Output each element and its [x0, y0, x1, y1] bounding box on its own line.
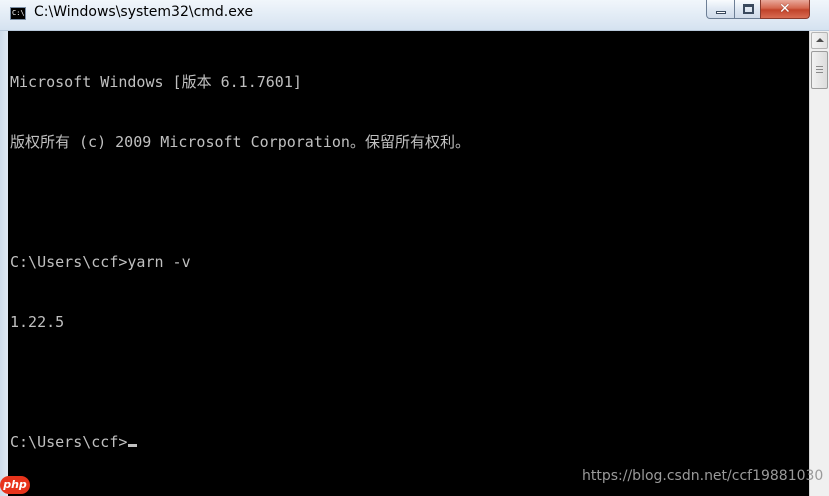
console-output[interactable]: Microsoft Windows [版本 6.1.7601] 版权所有 (c)…: [8, 31, 809, 496]
console-line: C:\Users\ccf>yarn -v: [10, 253, 191, 271]
console-line: 1.22.5: [10, 313, 65, 331]
watermark-url: https://blog.csdn.net/ccf19881030: [582, 468, 824, 484]
minimize-icon: [716, 11, 726, 14]
maximize-icon: [743, 4, 754, 14]
thumb-grip: [816, 72, 823, 73]
scroll-thumb[interactable]: [811, 51, 828, 89]
title-bar[interactable]: C:\ C:\Windows\system32\cmd.exe ✕: [0, 0, 829, 31]
scroll-up-arrow-icon[interactable]: [811, 32, 828, 49]
text-cursor: [128, 444, 138, 447]
maximize-button[interactable]: [734, 0, 761, 19]
php-badge: php: [0, 476, 30, 494]
cmd-window: C:\ C:\Windows\system32\cmd.exe ✕ Micros…: [0, 0, 829, 496]
minimize-button[interactable]: [706, 0, 735, 19]
console-prompt-line[interactable]: C:\Users\ccf>: [10, 432, 470, 452]
thumb-grip: [816, 66, 823, 67]
cmd-icon[interactable]: C:\: [10, 7, 26, 20]
close-icon: ✕: [779, 1, 791, 17]
console-prompt: C:\Users\ccf>: [10, 433, 128, 451]
window-title: C:\Windows\system32\cmd.exe: [34, 4, 254, 20]
window-frame-left: [0, 31, 8, 496]
console-line: Microsoft Windows [版本 6.1.7601]: [10, 73, 302, 91]
close-button[interactable]: ✕: [760, 0, 810, 19]
thumb-grip: [816, 69, 823, 70]
vertical-scrollbar[interactable]: [809, 31, 829, 496]
console-line: 版权所有 (c) 2009 Microsoft Corporation。保留所有…: [10, 133, 470, 151]
